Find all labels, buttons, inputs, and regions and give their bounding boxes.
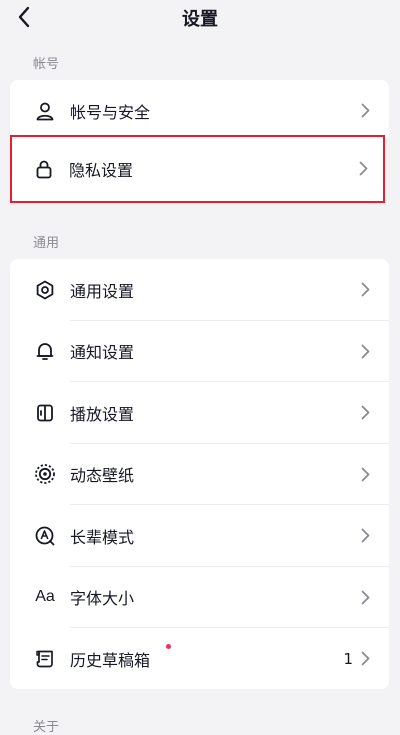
gear-icon <box>34 279 56 301</box>
section-label-general: 通用 <box>33 236 60 251</box>
settings-item-live-wallpaper[interactable]: 动态壁纸 <box>10 444 389 505</box>
page-title: 设置 <box>182 9 218 30</box>
settings-item-account-security[interactable]: 帐号与安全 <box>10 80 389 142</box>
font-size-icon: Aa <box>35 588 55 606</box>
settings-item-font-size[interactable]: Aa 字体大小 <box>10 567 389 628</box>
settings-item-label: 历史草稿箱 <box>70 650 151 670</box>
privacy-highlight-frame: 隐私设置 <box>10 135 385 203</box>
user-icon <box>34 100 56 122</box>
settings-item-label: 长辈模式 <box>70 527 135 547</box>
settings-item-privacy[interactable]: 隐私设置 <box>12 137 383 200</box>
settings-item-elder-mode[interactable]: 长辈模式 <box>10 505 389 567</box>
drafts-count: 1 <box>343 649 353 668</box>
chevron-right-icon <box>359 343 371 359</box>
settings-item-playback[interactable]: 播放设置 <box>10 382 389 444</box>
notification-dot <box>166 644 171 649</box>
chevron-right-icon <box>359 103 371 119</box>
elder-mode-icon <box>34 525 56 547</box>
top-bar: 设置 <box>0 0 400 36</box>
settings-item-label: 通知设置 <box>70 343 135 363</box>
chevron-right-icon <box>359 651 371 667</box>
settings-item-label: 播放设置 <box>70 404 135 424</box>
section-label-account: 帐号 <box>33 57 60 72</box>
general-card: 通用设置 通知设置 播放设置 动态壁纸 长辈模式 Aa 字体大小 历史草稿箱 1 <box>10 259 389 689</box>
account-card: 帐号与安全 <box>10 80 389 142</box>
chevron-right-icon <box>359 282 371 298</box>
wallpaper-icon <box>34 463 56 485</box>
chevron-right-icon <box>359 405 371 421</box>
settings-item-label: 字体大小 <box>70 589 135 609</box>
settings-item-label: 动态壁纸 <box>70 466 135 486</box>
chevron-right-icon <box>359 589 371 605</box>
settings-item-general[interactable]: 通用设置 <box>10 259 389 321</box>
settings-item-drafts[interactable]: 历史草稿箱 1 <box>10 628 389 689</box>
bell-icon <box>34 340 56 362</box>
drafts-icon <box>34 648 56 670</box>
chevron-right-icon <box>359 528 371 544</box>
settings-item-label: 帐号与安全 <box>70 102 151 122</box>
section-label-about: 关于 <box>33 720 60 735</box>
settings-item-label: 通用设置 <box>70 281 135 301</box>
chevron-right-icon <box>357 161 369 177</box>
lock-icon <box>33 158 55 180</box>
settings-item-label: 隐私设置 <box>69 160 134 180</box>
chevron-right-icon <box>359 466 371 482</box>
settings-item-notifications[interactable]: 通知设置 <box>10 321 389 382</box>
playback-icon <box>34 402 56 424</box>
